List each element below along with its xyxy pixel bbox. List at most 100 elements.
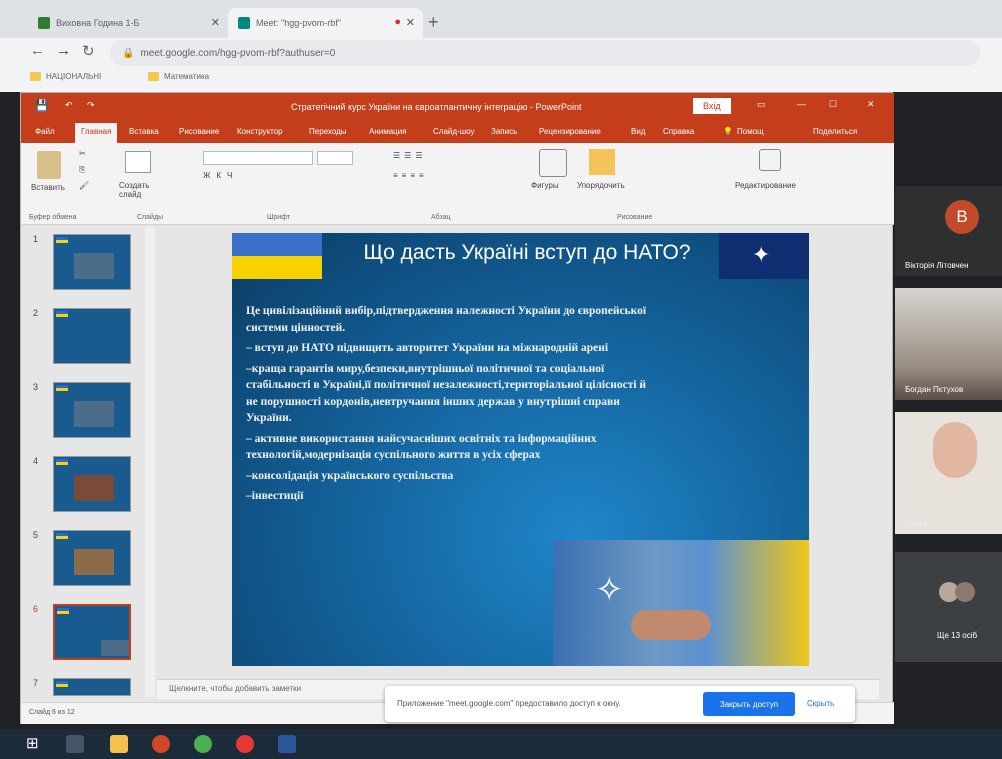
thumbnail-scrollbar[interactable] (145, 227, 155, 697)
font-size-select[interactable] (317, 151, 353, 165)
tab-insert[interactable]: Вставка (129, 127, 159, 136)
format-painter-icon[interactable]: 🖌 (79, 181, 89, 190)
participant-tile[interactable]: B Вікторія Літовчен (895, 186, 1002, 276)
slide-thumbnails: 1 2 3 4 5 6 7 (21, 226, 156, 698)
new-slide-button[interactable]: Создать слайд (119, 181, 159, 199)
clipboard-icon[interactable] (37, 151, 61, 179)
flag-mark (56, 459, 68, 465)
font-style-buttons[interactable]: ЖКЧ (203, 171, 238, 180)
task-view-icon[interactable] (66, 735, 84, 753)
tab-animation[interactable]: Анимация (369, 127, 407, 136)
tab-strip: Виховна Година 1-Б ✕ Meet: "hgg-pvom-rbf… (0, 0, 1002, 38)
search-icon[interactable] (759, 149, 781, 171)
address-bar[interactable]: 🔒 meet.google.com/hgg-pvom-rbf?authuser=… (110, 40, 980, 66)
flag-mark (56, 311, 68, 317)
thumb-number: 4 (33, 456, 39, 466)
address-text: meet.google.com/hgg-pvom-rbf?authuser=0 (140, 47, 336, 59)
share-button[interactable]: Поделиться (813, 127, 857, 136)
chrome-icon[interactable] (194, 735, 212, 753)
file-explorer-icon[interactable] (110, 735, 128, 753)
meet-icon (238, 17, 250, 29)
bookmark-item[interactable]: Математика (148, 72, 209, 81)
slide-paragraph: –краща гарантія миру,безпеки,внутрішньої… (246, 362, 647, 425)
tab-transitions[interactable]: Переходы (309, 127, 347, 136)
tab-record[interactable]: Запись (491, 127, 517, 136)
thumb-number: 2 (33, 308, 39, 318)
nato-flag: ✦ (719, 233, 809, 279)
participant-tile[interactable]: Ще 13 осіб (895, 552, 1002, 662)
powerpoint-app-icon[interactable] (152, 735, 170, 753)
paragraph-buttons[interactable]: ☰☰☰ (393, 151, 427, 160)
slide-thumbnail[interactable] (53, 678, 131, 696)
more-participants: Ще 13 осіб (937, 631, 978, 640)
thumb-number: 7 (33, 678, 39, 688)
tab-help[interactable]: Справка (663, 127, 694, 136)
flag-mark (56, 385, 68, 391)
font-name-select[interactable] (203, 151, 313, 165)
ribbon-display-icon[interactable]: ▭ (757, 99, 766, 110)
word-icon[interactable] (278, 735, 296, 753)
back-icon[interactable]: ← (30, 42, 45, 59)
slide-paragraph: –консолідація українського суспільства (246, 469, 454, 482)
close-icon[interactable]: ✕ (406, 16, 415, 29)
participant-tile[interactable]: Богдан Пєтухов (895, 288, 1002, 400)
cut-icon[interactable]: ✂ (79, 149, 86, 158)
lock-icon: 🔒 (122, 47, 135, 59)
tab-tellme[interactable]: Помощ (737, 127, 764, 136)
new-slide-icon[interactable] (125, 151, 151, 173)
tab-review[interactable]: Рецензирование (539, 127, 601, 136)
thumb-number: 6 (33, 604, 39, 614)
participant-tile[interactable]: Злата (895, 412, 1002, 534)
slide-thumbnail[interactable] (53, 234, 131, 290)
tab-view[interactable]: Вид (631, 127, 645, 136)
reload-icon[interactable]: ↻ (82, 42, 95, 60)
arrange-icon[interactable] (589, 149, 615, 175)
current-slide[interactable]: ✦ Що дасть Україні вступ до НАТО? Це цив… (232, 233, 809, 666)
bookmark-item[interactable]: НАЦІОНАЛЬНІ (30, 72, 101, 81)
slide-thumbnail-selected[interactable] (53, 604, 131, 660)
slide-thumbnail[interactable] (53, 308, 131, 364)
opera-icon[interactable] (236, 735, 254, 753)
tab-slideshow[interactable]: Слайд-шоу (433, 127, 474, 136)
copy-icon[interactable]: ⎘ (79, 165, 85, 175)
thumb-image (74, 549, 114, 575)
ukraine-flag (232, 233, 322, 279)
group-font: Шрифт (267, 214, 291, 221)
thumb-number: 3 (33, 382, 39, 392)
stop-sharing-button[interactable]: Закрыть доступ (703, 692, 795, 716)
undo-icon[interactable]: ↶ (65, 100, 73, 111)
close-icon[interactable]: ✕ (867, 99, 875, 110)
save-icon[interactable]: 💾 (35, 99, 49, 112)
slide-title: Що дасть Україні вступ до НАТО? (363, 241, 691, 264)
tab-meet[interactable]: Meet: "hgg-pvom-rbf" ● ✕ (228, 8, 423, 38)
notes-placeholder: Щелкните, чтобы добавить заметки (169, 684, 302, 693)
align-buttons[interactable]: ≡≡≡≡ (393, 171, 428, 180)
slide-thumbnail[interactable] (53, 456, 131, 512)
tab-home[interactable]: Главная (75, 123, 118, 143)
windows-start-icon[interactable]: ⊞ (26, 735, 44, 753)
arrange-button[interactable]: Упорядочить (577, 181, 625, 190)
taskbar: ⊞ (0, 729, 1002, 759)
forward-icon[interactable]: → (56, 42, 71, 59)
hide-link[interactable]: Скрыть (807, 699, 834, 708)
tab-draw[interactable]: Рисование (179, 127, 219, 136)
participant-name: Богдан Пєтухов (905, 385, 964, 394)
slide-thumbnail[interactable] (53, 530, 131, 586)
shapes-button[interactable]: Фигуры (531, 181, 559, 190)
new-tab-icon[interactable]: + (428, 12, 439, 33)
maximize-icon[interactable]: ☐ (829, 99, 837, 110)
tab-design[interactable]: Конструктор (237, 127, 283, 136)
tab-vykhovna[interactable]: Виховна Година 1-Б ✕ (28, 8, 228, 38)
redo-icon[interactable]: ↷ (87, 100, 95, 111)
signin-button[interactable]: Вхід (693, 98, 731, 114)
close-icon[interactable]: ✕ (211, 16, 220, 29)
bookmark-label: Математика (164, 72, 210, 81)
shapes-icon[interactable] (539, 149, 567, 177)
tab-file[interactable]: Файл (35, 127, 55, 136)
minimize-icon[interactable]: — (797, 99, 806, 109)
editing-button[interactable]: Редактирование (735, 181, 796, 190)
group-paragraph: Абзац (431, 214, 451, 221)
paste-button[interactable]: Вставить (31, 183, 65, 192)
flag-mark (56, 533, 68, 539)
slide-thumbnail[interactable] (53, 382, 131, 438)
